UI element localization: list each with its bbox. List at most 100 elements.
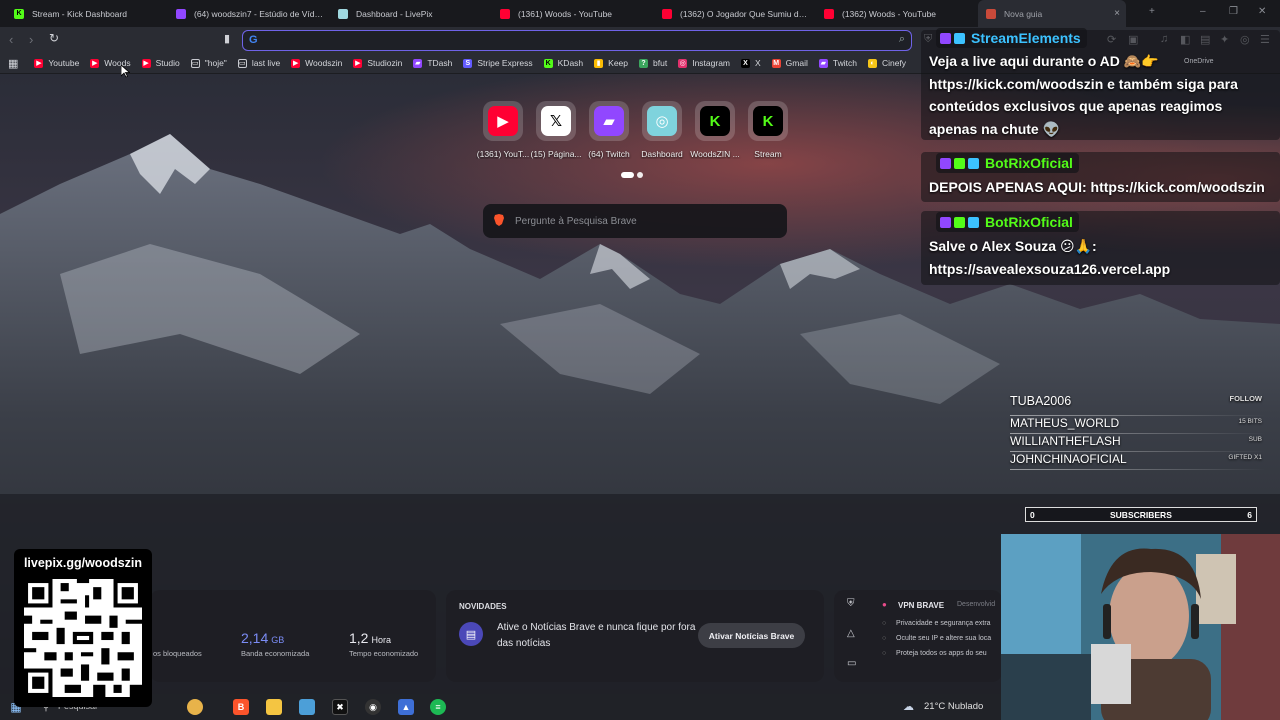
bookmark-item[interactable]: M Gmail xyxy=(771,58,808,68)
shield-icon[interactable]: ⛨ xyxy=(847,598,855,609)
back-icon[interactable]: ‹ xyxy=(9,32,13,47)
browser-tab[interactable]: (1362) Woods - YouTube xyxy=(816,0,978,27)
bookmark-item[interactable]: ▰ Twitch xyxy=(818,58,857,68)
stat-number: 1,2 xyxy=(349,630,369,646)
file-explorer-icon[interactable] xyxy=(266,699,282,715)
bookmark-item[interactable]: K KDash xyxy=(543,58,584,68)
bookmark-item[interactable]: ▶ Woodszin xyxy=(291,58,342,68)
bullet-icon: ○ xyxy=(882,620,887,627)
bookmark-item[interactable]: ? bfut xyxy=(639,58,667,68)
tab-title: Stream - Kick Dashboard xyxy=(32,8,127,19)
site-glyph: ◎ xyxy=(647,106,677,136)
event-row: JOHNCHINAOFICIAL GIFTED X1 xyxy=(1010,452,1266,470)
address-input[interactable] xyxy=(265,33,865,48)
bookmark-item[interactable]: ▭ last live xyxy=(237,58,280,68)
chat-username-tag: BotRixOficial xyxy=(936,153,1079,173)
stat-value: 1,2 Hora xyxy=(349,630,391,646)
bookmark-item[interactable]: ◎ Instagram xyxy=(678,58,730,68)
cloud-icon: ☁ xyxy=(903,701,914,713)
activate-news-button[interactable]: Ativar Notícias Brave xyxy=(698,623,805,648)
weather-text[interactable]: 21°C Nublado xyxy=(924,701,983,712)
top-site-tile[interactable]: ◎ Dashboard xyxy=(635,101,689,159)
page-dots[interactable] xyxy=(621,172,643,178)
spotify-icon[interactable]: ≡ xyxy=(430,699,446,715)
twitch-icon: ▰ xyxy=(413,58,423,68)
onedrive-label[interactable]: OneDrive xyxy=(1184,58,1214,65)
bookmark-label: Keep xyxy=(608,58,629,68)
capcut-icon[interactable]: ✖ xyxy=(332,699,348,715)
bookmark-item[interactable]: ▭ "hoje" xyxy=(190,58,227,68)
close-window-icon[interactable]: ✕ xyxy=(1258,6,1266,17)
browser-tab[interactable]: (1362) O Jogador Que Sumiu da Re xyxy=(654,0,816,27)
subscriber-current: 0 xyxy=(1030,510,1035,520)
top-site-tile[interactable]: K WoodsZIN ... xyxy=(688,101,742,159)
bookmark-icon[interactable]: ▮ xyxy=(224,32,230,45)
address-bar[interactable]: G ⌕ xyxy=(242,30,912,51)
livepix-qr-widget: livepix.gg/woodszin xyxy=(14,549,152,707)
brave-search-input[interactable] xyxy=(515,213,775,229)
stat-label: Banda economizada xyxy=(241,649,310,658)
obs-icon[interactable]: ◉ xyxy=(365,699,381,715)
browser-tab[interactable]: (1361) Woods - YouTube xyxy=(492,0,654,27)
site-glyph: K xyxy=(753,106,783,136)
apps-icon[interactable]: ▦ xyxy=(8,57,18,70)
top-site-tile[interactable]: ▶ (1361) YouT... xyxy=(476,101,530,159)
minimize-icon[interactable]: – xyxy=(1200,6,1206,17)
recent-events-widget: TUBA2006 FOLLOW MATHEUS_WORLD 15 BITS WI… xyxy=(1010,394,1266,474)
tab-favicon-icon xyxy=(338,8,348,19)
bookmark-label: KDash xyxy=(557,58,584,68)
vpn-status: Desenvolvid xyxy=(957,601,996,608)
bookmark-item[interactable]: ◐ Cinefy xyxy=(867,58,907,68)
brave-icon[interactable]: B xyxy=(233,699,249,715)
bookmark-label: Cinefy xyxy=(881,58,907,68)
badge-icon xyxy=(954,157,965,169)
bookmark-item[interactable]: ▰ TDash xyxy=(413,58,452,68)
youtube-icon: ▶ xyxy=(34,58,44,68)
event-tag: 15 BITS xyxy=(1238,418,1262,425)
bookmark-item[interactable]: ▶ Youtube xyxy=(34,58,79,68)
reload-icon[interactable]: ↻ xyxy=(49,31,59,45)
folder-icon: ▭ xyxy=(190,58,200,68)
badge-icon xyxy=(954,216,965,228)
warning-icon[interactable]: △ xyxy=(847,628,855,639)
browser-tab[interactable]: Dashboard - LivePix xyxy=(330,0,492,27)
browser-tab[interactable]: (64) woodszin7 - Estúdio de Vídeo - xyxy=(168,0,330,27)
event-name: MATHEUS_WORLD xyxy=(1010,416,1120,430)
bookmark-item[interactable]: XX xyxy=(741,58,761,68)
site-glyph: ▶ xyxy=(488,106,518,136)
bookmark-item[interactable]: ▮ Keep xyxy=(594,58,628,68)
close-tab-icon[interactable]: × xyxy=(1114,8,1120,19)
badge-icon xyxy=(968,157,979,169)
stat-label: os bloqueados xyxy=(153,649,202,658)
bookmark-item[interactable]: S Stripe Express xyxy=(463,58,533,68)
vpn-heading: VPN BRAVE xyxy=(898,601,945,610)
badge-icon xyxy=(968,216,979,228)
tab-favicon-icon xyxy=(824,8,834,19)
chat-username-tag: BotRixOficial xyxy=(936,212,1079,232)
badge-icon xyxy=(954,32,965,44)
top-site-tile[interactable]: K Stream xyxy=(741,101,795,159)
new-tab-icon[interactable]: + xyxy=(1149,6,1155,17)
folder-icon: ▭ xyxy=(237,58,247,68)
forward-icon[interactable]: › xyxy=(29,32,33,47)
bookmark-item[interactable]: ▶ Studio xyxy=(141,58,180,68)
tab-title: Dashboard - LivePix xyxy=(356,8,433,19)
notes-icon[interactable] xyxy=(299,699,315,715)
brave-search-box[interactable] xyxy=(483,204,787,238)
top-site-tile[interactable]: ▰ (64) Twitch xyxy=(582,101,636,159)
browser-tab[interactable]: Nova guia × xyxy=(978,0,1126,27)
zoom-icon[interactable]: ⌕ xyxy=(899,33,905,46)
browser-tab[interactable]: K Stream - Kick Dashboard xyxy=(6,0,168,27)
tab-title: (1361) Woods - YouTube xyxy=(518,8,613,19)
stat-unit: Hora xyxy=(371,635,391,645)
app-icon[interactable]: ▲ xyxy=(398,699,414,715)
youtube-icon: ▶ xyxy=(291,58,301,68)
bookmark-item[interactable]: ▶ Studiozin xyxy=(353,58,402,68)
screen-icon[interactable]: ▭ xyxy=(847,658,856,669)
top-site-tile[interactable]: 𝕏 (15) Página... xyxy=(529,101,583,159)
kick-icon: K xyxy=(695,101,735,141)
maximize-icon[interactable]: ❐ xyxy=(1229,6,1238,17)
tab-title: (64) woodszin7 - Estúdio de Vídeo - xyxy=(194,8,324,19)
widget-icon[interactable] xyxy=(187,699,203,715)
livepix-url: livepix.gg/woodszin xyxy=(23,556,143,570)
